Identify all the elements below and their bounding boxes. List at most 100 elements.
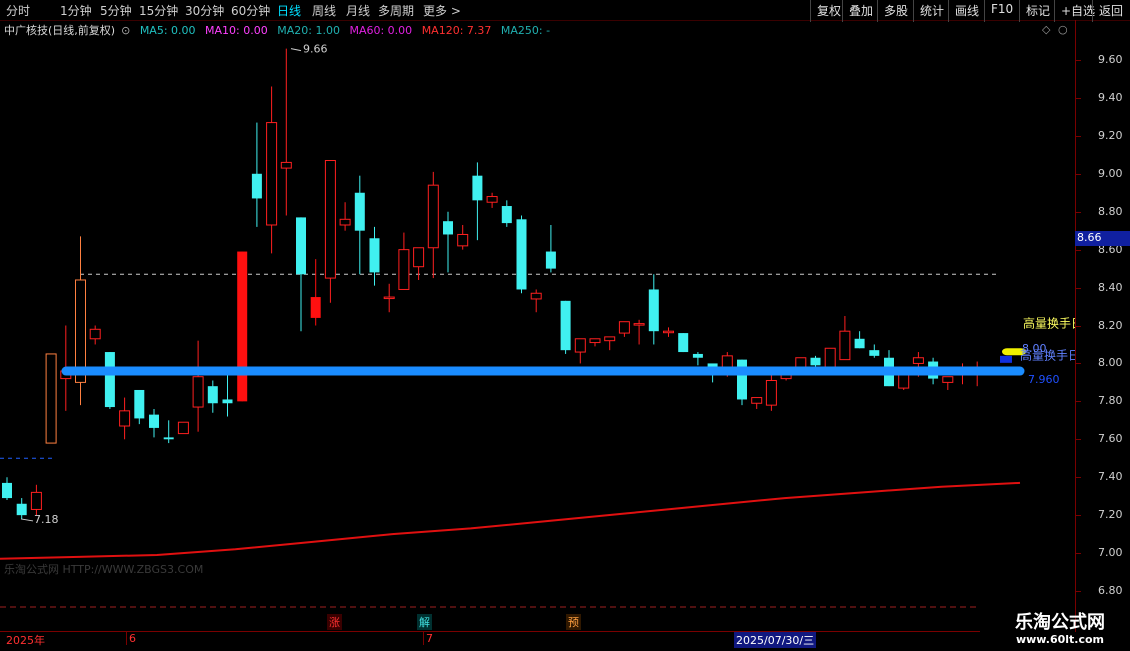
high-arrow (290, 48, 302, 52)
candle-body[interactable] (207, 386, 218, 404)
price-tick-label: 7.80 (1098, 394, 1123, 408)
candle-body[interactable] (354, 192, 365, 231)
period-tab-monthly[interactable]: 月线 (346, 2, 370, 19)
candle-body[interactable] (810, 357, 821, 366)
candle-body[interactable] (839, 330, 851, 361)
mark-button[interactable]: 标记 (1019, 0, 1056, 22)
annotation-value: 8.00 (1022, 342, 1047, 355)
period-tab-15min[interactable]: 15分钟 (139, 2, 178, 19)
candle-body[interactable] (751, 397, 763, 404)
multi-stock-button[interactable]: 多股 (877, 0, 914, 22)
candle-body[interactable] (457, 233, 469, 247)
candle-body[interactable] (192, 376, 204, 408)
candle-body[interactable] (413, 247, 425, 268)
period-tab-30min[interactable]: 30分钟 (185, 2, 224, 19)
candle-body[interactable] (678, 333, 689, 353)
candle-body[interactable] (149, 414, 159, 428)
candle-body[interactable] (692, 353, 703, 358)
candle-body[interactable] (501, 206, 512, 224)
period-tab-fenshi[interactable]: 分时 (6, 2, 30, 19)
price-tick-label: 8.40 (1098, 280, 1123, 294)
candle-body[interactable] (854, 338, 865, 349)
price-tick-label: 9.60 (1098, 53, 1123, 66)
candle-body[interactable] (383, 296, 395, 300)
candle-body[interactable] (560, 300, 571, 351)
marker-zhang[interactable]: 涨 (327, 614, 342, 630)
candle-body[interactable] (16, 503, 27, 516)
candle-body[interactable] (369, 238, 380, 273)
cursor-date: 2025/07/30/三 (734, 632, 817, 648)
candle-body[interactable] (516, 219, 527, 290)
date-axis: 2025年 6 7 2025/07/30/三 (0, 631, 980, 651)
price-tick (1076, 325, 1081, 327)
site-logo-text: 乐淘公式网 (1015, 612, 1105, 633)
candle-body[interactable] (339, 218, 351, 226)
period-tab-multi[interactable]: 多周期 (378, 2, 414, 19)
marker-jie[interactable]: 解 (417, 614, 432, 630)
period-tab-daily[interactable]: 日线 (277, 2, 301, 19)
price-axis: 9.60 9.40 9.20 9.00 8.80 8.60 8.40 8.20 8.00 7.80… (1075, 20, 1130, 632)
candle-body[interactable] (119, 410, 131, 427)
candle-body[interactable] (251, 173, 262, 199)
candle-body[interactable] (942, 376, 954, 383)
candle-body[interactable] (604, 336, 616, 342)
overlay-button[interactable]: 叠加 (842, 0, 879, 22)
candle-body[interactable] (280, 161, 292, 169)
price-tick-label: 8.00 (1098, 356, 1123, 370)
candle-body[interactable] (222, 399, 233, 404)
candle-body[interactable] (633, 323, 645, 326)
price-tick-label: 7.60 (1098, 432, 1123, 446)
candlestick-chart[interactable]: 7.960 9.66 7.18 高量换手日 高量换手日 8.00 (0, 20, 1075, 632)
price-tick (1076, 515, 1081, 517)
candle-body[interactable] (296, 217, 306, 275)
draw-line-button[interactable]: 画线 (948, 0, 985, 22)
f10-button[interactable]: F10 (984, 0, 1019, 22)
candle-body[interactable] (427, 184, 439, 249)
candle-body[interactable] (486, 196, 498, 203)
period-tab-weekly[interactable]: 周线 (312, 2, 336, 19)
candle-body[interactable] (398, 249, 410, 290)
candle-body[interactable] (266, 122, 278, 226)
price-tick (1076, 173, 1081, 175)
low-price-label: 7.18 (34, 513, 59, 526)
period-tab-5min[interactable]: 5分钟 (100, 2, 132, 19)
period-tab-1min[interactable]: 1分钟 (60, 2, 92, 19)
candle-body[interactable] (530, 292, 542, 300)
marker-yu[interactable]: 预 (566, 614, 581, 630)
back-button[interactable]: 返回 (1092, 0, 1129, 22)
date-month-7: 7 (423, 632, 433, 645)
candle-body[interactable] (89, 328, 101, 340)
period-tab-more[interactable]: 更多 > (423, 2, 461, 19)
candle-body[interactable] (574, 338, 586, 353)
candle-body[interactable] (104, 352, 115, 408)
candle-body[interactable] (237, 251, 248, 402)
stats-button[interactable]: 统计 (913, 0, 950, 22)
candle-body[interactable] (443, 221, 453, 235)
price-tick-label: 7.00 (1098, 546, 1123, 560)
candle-body[interactable] (163, 437, 174, 440)
candle-body[interactable] (589, 338, 601, 344)
candle-body[interactable] (721, 355, 733, 368)
candle-body[interactable] (324, 160, 336, 279)
candle-body[interactable] (618, 321, 630, 334)
candle-body[interactable] (545, 251, 556, 269)
period-tab-60min[interactable]: 60分钟 (231, 2, 270, 19)
candle-body[interactable] (663, 330, 674, 334)
candle-body[interactable] (134, 389, 145, 419)
candle-body[interactable] (912, 357, 924, 364)
candle-body[interactable] (310, 297, 321, 318)
candle-body[interactable] (869, 350, 880, 356)
candle-body[interactable] (45, 353, 57, 444)
candle-body[interactable] (737, 359, 747, 400)
current-price-tag: 8.66 (1075, 231, 1130, 247)
price-tick (1076, 135, 1081, 137)
candle-body[interactable] (824, 347, 836, 368)
candle-body[interactable] (177, 421, 189, 435)
candle-body[interactable] (648, 289, 659, 332)
candle-body[interactable] (472, 175, 483, 201)
date-year: 2025年 (6, 634, 45, 647)
low-arrow (20, 518, 34, 522)
candle-body[interactable] (765, 379, 777, 406)
candle-body[interactable] (2, 482, 12, 499)
candle-body[interactable] (30, 491, 42, 510)
